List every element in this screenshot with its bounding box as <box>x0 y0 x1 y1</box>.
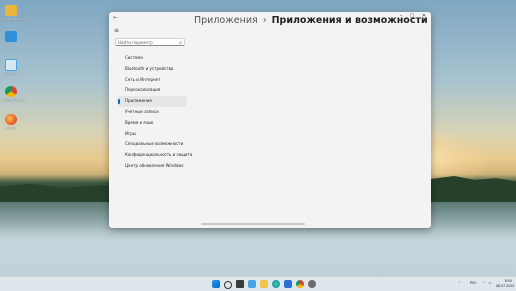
settings-icon[interactable] <box>308 280 316 288</box>
page-title: Приложения › Приложения и возможности <box>194 15 428 26</box>
sidebar-item-apps[interactable]: Приложения <box>117 96 187 107</box>
sidebar-item-time-language[interactable]: Время и язык <box>117 118 187 129</box>
edge-icon[interactable] <box>272 280 280 288</box>
desktop-icon-firefox[interactable]: Firefox <box>2 114 20 130</box>
folder-icon <box>5 5 17 16</box>
desktop-icon-recycle-bin[interactable]: Корзина <box>2 59 20 76</box>
sidebar-item-network[interactable]: Сеть и Интернет <box>117 75 187 86</box>
desktop-icon-chrome[interactable]: Google Chrome <box>2 86 25 102</box>
horizontal-scrollbar[interactable] <box>201 223 305 225</box>
widgets-icon[interactable] <box>248 280 256 288</box>
sidebar-item-personalization[interactable]: Персонализация <box>117 85 187 96</box>
start-icon[interactable] <box>212 280 220 288</box>
sidebar-item-gaming[interactable]: Игры <box>117 129 187 140</box>
desktop-icon-monitor[interactable] <box>2 31 20 43</box>
recycle-bin-icon <box>5 59 17 71</box>
sidebar-item-bluetooth[interactable]: Bluetooth и устройства <box>117 64 187 75</box>
tray-chevron-icon[interactable]: ⌃ <box>458 281 461 285</box>
volume-icon[interactable]: ◁ <box>488 281 491 285</box>
back-arrow-icon[interactable]: ← <box>113 14 118 21</box>
search-icon: ⌕ <box>179 40 182 46</box>
clock[interactable]: 8:50 08.07.2022 <box>496 279 515 288</box>
sidebar-item-privacy[interactable]: Конфиденциальность и защита <box>117 150 192 161</box>
taskbar: ⌃ РУС ◠ ◁ 8:50 08.07.2022 <box>0 276 516 291</box>
clock-date: 08.07.2022 <box>496 283 515 288</box>
store-icon[interactable] <box>284 280 292 288</box>
chrome-icon[interactable] <box>296 280 304 288</box>
firefox-icon <box>5 114 17 125</box>
breadcrumb-separator: › <box>262 15 267 26</box>
sidebar-nav: Система Bluetooth и устройства Сеть и Ин… <box>117 53 192 172</box>
sidebar-item-accounts[interactable]: Учетные записи <box>117 107 187 118</box>
monitor-icon <box>5 31 17 42</box>
file-explorer-icon[interactable] <box>260 280 268 288</box>
search-input[interactable]: Найти параметр ⌕ <box>115 38 185 46</box>
sidebar-item-system[interactable]: Система <box>117 53 187 64</box>
chrome-icon <box>5 86 17 97</box>
task-view-icon[interactable] <box>236 280 244 288</box>
breadcrumb-parent[interactable]: Приложения <box>194 15 258 26</box>
breadcrumb-current: Приложения и возможности <box>271 15 428 26</box>
language-indicator[interactable]: РУС <box>470 281 477 285</box>
settings-window: ← – □ ✕ ≡ Найти параметр ⌕ Приложения › Пр… <box>109 12 431 228</box>
sidebar-item-accessibility[interactable]: Специальные возможности <box>117 139 187 150</box>
hamburger-menu-icon[interactable]: ≡ <box>114 27 119 34</box>
network-icon[interactable]: ◠ <box>482 281 485 285</box>
search-placeholder: Найти параметр <box>118 40 153 45</box>
sidebar-item-windows-update[interactable]: Центр обновления Windows <box>117 161 187 172</box>
desktop-icon-this-pc[interactable]: Этот компьютер <box>2 5 28 21</box>
search-icon[interactable] <box>224 281 232 289</box>
